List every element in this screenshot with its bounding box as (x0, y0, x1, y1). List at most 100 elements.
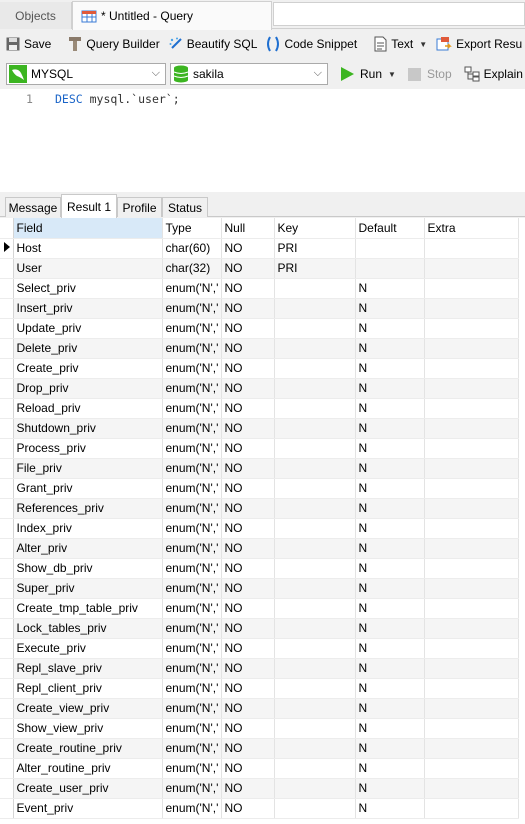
dropdown-caret-icon[interactable]: ▼ (419, 40, 427, 49)
cell-null[interactable]: NO (221, 538, 275, 559)
cell-default[interactable]: N (355, 478, 425, 499)
code-snippet-button[interactable]: Code Snippet (266, 36, 357, 52)
cell-default[interactable]: N (355, 538, 425, 559)
table-row[interactable]: Create_tmp_table_priv enum('N',' NO N (0, 598, 519, 619)
cell-field[interactable]: References_priv (13, 498, 163, 519)
cell-key[interactable] (274, 418, 356, 439)
cell-key[interactable] (274, 458, 356, 479)
export-result-button[interactable]: Export Resu (436, 36, 522, 52)
cell-type[interactable]: enum('N',' (162, 538, 222, 559)
table-row[interactable]: Drop_priv enum('N',' NO N (0, 378, 519, 399)
cell-key[interactable]: PRI (274, 258, 356, 279)
cell-field[interactable]: Grant_priv (13, 478, 163, 499)
row-indicator[interactable] (0, 458, 14, 479)
cell-extra[interactable] (424, 318, 519, 339)
row-indicator[interactable] (0, 698, 14, 719)
cell-key[interactable] (274, 558, 356, 579)
cell-extra[interactable] (424, 278, 519, 299)
cell-null[interactable]: NO (221, 278, 275, 299)
cell-field[interactable]: Host (13, 238, 163, 259)
cell-default[interactable] (355, 238, 425, 259)
cell-key[interactable] (274, 478, 356, 499)
cell-type[interactable]: enum('N',' (162, 598, 222, 619)
table-row[interactable]: Create_user_priv enum('N',' NO N (0, 778, 519, 799)
row-indicator[interactable] (0, 258, 14, 279)
cell-field[interactable]: Repl_slave_priv (13, 658, 163, 679)
cell-field[interactable]: Create_tmp_table_priv (13, 598, 163, 619)
cell-extra[interactable] (424, 598, 519, 619)
cell-null[interactable]: NO (221, 458, 275, 479)
cell-null[interactable]: NO (221, 598, 275, 619)
cell-null[interactable]: NO (221, 618, 275, 639)
cell-default[interactable]: N (355, 418, 425, 439)
cell-null[interactable]: NO (221, 798, 275, 819)
cell-key[interactable] (274, 638, 356, 659)
cell-field[interactable]: Reload_priv (13, 398, 163, 419)
cell-type[interactable]: enum('N',' (162, 678, 222, 699)
tab-objects[interactable]: Objects (0, 2, 72, 29)
column-header-key[interactable]: Key (274, 218, 356, 239)
cell-extra[interactable] (424, 518, 519, 539)
cell-type[interactable]: char(60) (162, 238, 222, 259)
cell-default[interactable]: N (355, 718, 425, 739)
tab-status[interactable]: Status (162, 197, 208, 217)
cell-extra[interactable] (424, 298, 519, 319)
cell-type[interactable]: enum('N',' (162, 338, 222, 359)
row-indicator[interactable] (0, 318, 14, 339)
cell-default[interactable]: N (355, 778, 425, 799)
cell-type[interactable]: enum('N',' (162, 698, 222, 719)
cell-default[interactable]: N (355, 318, 425, 339)
cell-key[interactable] (274, 658, 356, 679)
cell-type[interactable]: enum('N',' (162, 458, 222, 479)
tab-query[interactable]: * Untitled - Query (72, 1, 272, 30)
cell-type[interactable]: enum('N',' (162, 558, 222, 579)
cell-extra[interactable] (424, 418, 519, 439)
cell-default[interactable]: N (355, 558, 425, 579)
cell-key[interactable] (274, 578, 356, 599)
cell-type[interactable]: enum('N',' (162, 438, 222, 459)
cell-field[interactable]: Event_priv (13, 798, 163, 819)
cell-extra[interactable] (424, 358, 519, 379)
cell-null[interactable]: NO (221, 478, 275, 499)
cell-key[interactable] (274, 298, 356, 319)
cell-key[interactable] (274, 378, 356, 399)
cell-key[interactable] (274, 778, 356, 799)
cell-type[interactable]: enum('N',' (162, 518, 222, 539)
cell-extra[interactable] (424, 378, 519, 399)
cell-default[interactable]: N (355, 758, 425, 779)
cell-field[interactable]: Process_priv (13, 438, 163, 459)
table-row[interactable]: Show_view_priv enum('N',' NO N (0, 718, 519, 739)
cell-default[interactable]: N (355, 578, 425, 599)
row-indicator[interactable] (0, 538, 14, 559)
row-indicator[interactable] (0, 718, 14, 739)
table-row[interactable]: Event_priv enum('N',' NO N (0, 798, 519, 819)
cell-type[interactable]: enum('N',' (162, 358, 222, 379)
cell-type[interactable]: enum('N',' (162, 418, 222, 439)
cell-default[interactable]: N (355, 358, 425, 379)
cell-null[interactable]: NO (221, 758, 275, 779)
beautify-sql-button[interactable]: Beautify SQL (169, 37, 257, 51)
cell-type[interactable]: enum('N',' (162, 478, 222, 499)
cell-key[interactable] (274, 678, 356, 699)
cell-default[interactable]: N (355, 658, 425, 679)
table-row[interactable]: Index_priv enum('N',' NO N (0, 518, 519, 539)
cell-field[interactable]: Execute_priv (13, 638, 163, 659)
cell-key[interactable] (274, 498, 356, 519)
table-row[interactable]: Shutdown_priv enum('N',' NO N (0, 418, 519, 439)
column-header-extra[interactable]: Extra (424, 218, 519, 239)
explain-button[interactable]: Explain (464, 66, 523, 82)
database-select[interactable]: sakila ⌵ (170, 63, 328, 85)
cell-default[interactable]: N (355, 638, 425, 659)
cell-field[interactable]: Lock_tables_priv (13, 618, 163, 639)
cell-field[interactable]: User (13, 258, 163, 279)
table-row[interactable]: Alter_routine_priv enum('N',' NO N (0, 758, 519, 779)
cell-type[interactable]: enum('N',' (162, 798, 222, 819)
row-indicator[interactable] (0, 298, 14, 319)
cell-field[interactable]: Select_priv (13, 278, 163, 299)
cell-key[interactable] (274, 318, 356, 339)
tab-profile[interactable]: Profile (117, 197, 162, 217)
cell-null[interactable]: NO (221, 358, 275, 379)
cell-default[interactable]: N (355, 798, 425, 819)
cell-key[interactable] (274, 698, 356, 719)
cell-default[interactable]: N (355, 278, 425, 299)
